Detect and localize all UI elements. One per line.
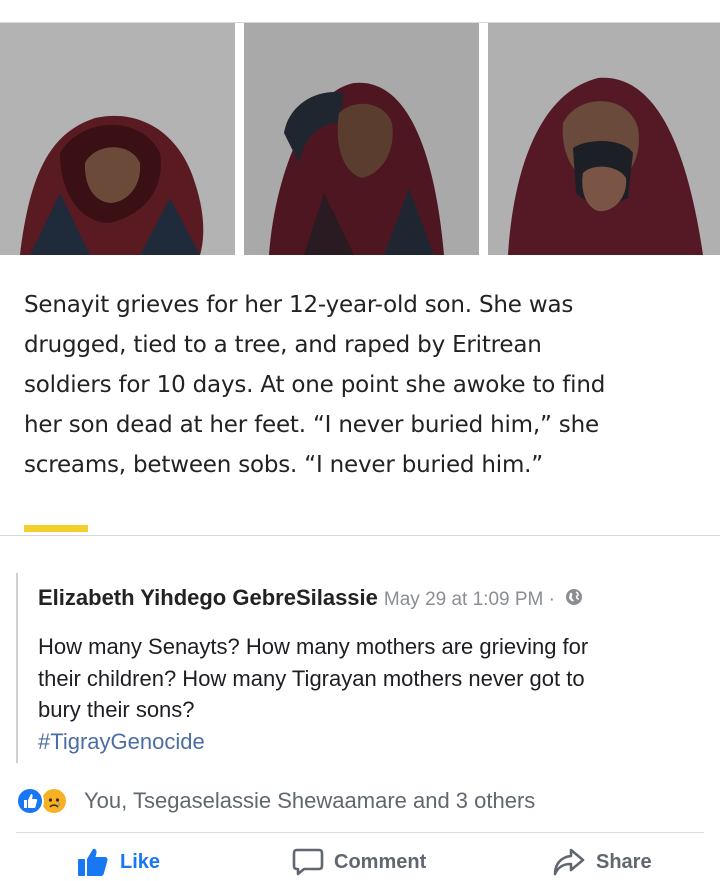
reaction-summary-text[interactable]: You, Tsegaselassie Shewaamare and 3 othe…: [84, 788, 535, 814]
photo-woman-arm-raised[interactable]: [244, 23, 479, 255]
quote-line: soldiers for 10 days. At one point she a…: [24, 372, 606, 398]
hashtag-link[interactable]: #TigrayGenocide: [38, 726, 706, 758]
like-label: Like: [120, 850, 161, 873]
quote-line: drugged, tied to a tree, and raped by Er…: [24, 332, 542, 358]
comment-timestamp[interactable]: May 29 at 1:09 PM ·: [384, 589, 555, 610]
divider: [16, 832, 704, 833]
thumbs-up-icon: [78, 848, 108, 876]
comment-body: How many Senayts? How many mothers are g…: [38, 631, 706, 757]
comment-bubble-icon: [292, 848, 324, 876]
article-quote: Senayit grieves for her 12-year-old son.…: [24, 285, 704, 485]
comment-header: Elizabeth Yihdego GebreSilassie May 29 at…: [38, 573, 706, 625]
comment-line: bury their sons?: [38, 697, 195, 722]
photo-woman-covered-head[interactable]: [0, 23, 235, 255]
quote-line: Senayit grieves for her 12-year-old son.…: [24, 292, 574, 318]
like-button[interactable]: Like: [76, 846, 160, 878]
comment-label: Comment: [334, 850, 427, 873]
comment-line: How many Senayts? How many mothers are g…: [38, 634, 589, 659]
share-label: Share: [596, 850, 652, 873]
globe-icon: [565, 574, 583, 624]
share-arrow-icon: [553, 848, 585, 876]
accent-bar: [24, 525, 88, 532]
quote-line: her son dead at her feet. “I never burie…: [24, 412, 599, 438]
reactions-summary[interactable]: You, Tsegaselassie Shewaamare and 3 othe…: [16, 782, 535, 820]
quote-line: screams, between sobs. “I never buried h…: [24, 452, 544, 478]
comment-author[interactable]: Elizabeth Yihdego GebreSilassie: [38, 585, 378, 610]
sad-reaction-icon: [40, 787, 68, 815]
shared-article-card[interactable]: Senayit grieves for her 12-year-old son.…: [0, 22, 720, 536]
like-reaction-icon: [16, 787, 44, 815]
comment: Elizabeth Yihdego GebreSilassie May 29 at…: [16, 573, 706, 763]
action-bar: Like Comment Share: [0, 840, 720, 881]
reaction-icons: [16, 784, 80, 818]
comment-button[interactable]: Comment: [292, 846, 426, 878]
share-button[interactable]: Share: [552, 846, 652, 878]
comment-line: their children? How many Tigrayan mother…: [38, 665, 585, 691]
photo-woman-covering-mouth[interactable]: [488, 23, 720, 255]
